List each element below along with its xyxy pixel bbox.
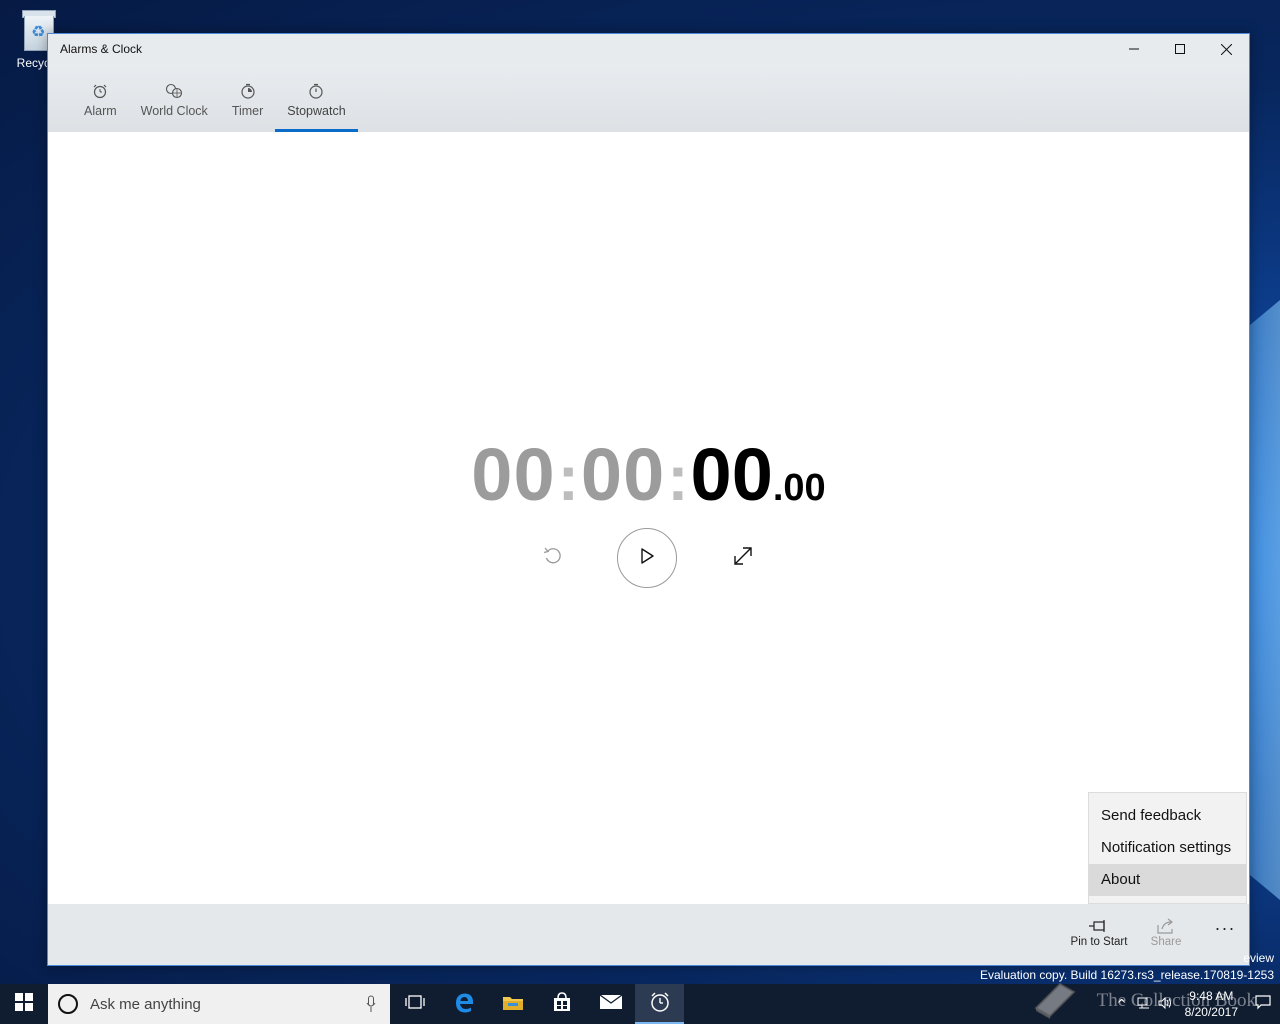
stopwatch-panel: 00:00:00.00 xyxy=(48,132,1249,904)
stopwatch-icon xyxy=(308,82,324,100)
pin-icon xyxy=(1066,916,1132,936)
tab-bar: Alarm World Clock Timer Stopwatch xyxy=(48,64,1249,132)
reset-button[interactable] xyxy=(538,543,568,573)
windows-logo-icon xyxy=(15,992,33,1016)
reset-icon xyxy=(542,545,564,572)
share-icon xyxy=(1146,916,1186,936)
maximize-button[interactable] xyxy=(1157,34,1203,64)
pin-label: Pin to Start xyxy=(1070,936,1128,948)
task-view-icon xyxy=(404,994,426,1015)
tab-label: World Clock xyxy=(140,104,208,118)
mail-icon xyxy=(599,993,623,1015)
tab-label: Timer xyxy=(231,104,264,118)
file-explorer-button[interactable] xyxy=(488,984,537,1024)
more-icon: ··· xyxy=(1214,918,1236,938)
expand-icon xyxy=(732,545,754,572)
cortana-icon xyxy=(58,994,78,1014)
alarm-clock-icon xyxy=(92,82,108,100)
tab-stopwatch[interactable]: Stopwatch xyxy=(275,64,359,132)
store-button[interactable] xyxy=(537,984,586,1024)
timer-icon xyxy=(240,82,256,100)
app-window: Alarms & Clock Alarm World Clock Timer S… xyxy=(47,33,1250,966)
menu-item-send-feedback[interactable]: Send feedback xyxy=(1089,800,1246,832)
microphone-icon[interactable] xyxy=(366,995,376,1018)
tab-label: Stopwatch xyxy=(287,104,346,118)
collection-book-overlay: The Collection Book xyxy=(1096,990,1256,1011)
stopwatch-controls xyxy=(48,528,1249,588)
edge-icon xyxy=(453,991,475,1018)
start-button[interactable] xyxy=(0,984,48,1024)
search-placeholder: Ask me anything xyxy=(90,995,201,1013)
play-icon xyxy=(639,547,655,570)
task-view-button[interactable] xyxy=(390,984,439,1024)
tab-world-clock[interactable]: World Clock xyxy=(129,64,220,132)
tab-label: Alarm xyxy=(84,104,117,118)
expand-button[interactable] xyxy=(728,543,758,573)
book-logo-icon xyxy=(1034,982,1076,1019)
separator: : xyxy=(667,442,689,514)
minimize-button[interactable] xyxy=(1111,34,1157,64)
edge-button[interactable] xyxy=(439,984,488,1024)
notification-icon xyxy=(1255,994,1271,1015)
app-bar: Pin to Start Share ··· xyxy=(48,904,1249,965)
menu-item-about[interactable]: About xyxy=(1089,864,1246,896)
alarms-clock-taskbar-button[interactable] xyxy=(635,984,684,1024)
title-bar[interactable]: Alarms & Clock xyxy=(48,34,1249,64)
share-button[interactable]: Share xyxy=(1146,916,1186,948)
seconds-value: 00 xyxy=(690,433,773,516)
close-button[interactable] xyxy=(1203,34,1249,64)
evaluation-watermark: Evaluation copy. Build 16273.rs3_release… xyxy=(980,968,1274,982)
start-button[interactable] xyxy=(617,528,677,588)
stopwatch-readout: 00:00:00.00 xyxy=(48,432,1249,517)
watermark-line: eview xyxy=(1243,951,1274,965)
hours-value: 00 xyxy=(471,433,556,516)
store-icon xyxy=(552,991,572,1017)
minutes-value: 00 xyxy=(580,433,666,516)
more-options-button[interactable]: ··· xyxy=(1208,918,1242,939)
overflow-menu: Send feedback Notification settings Abou… xyxy=(1088,792,1247,904)
search-box[interactable]: Ask me anything xyxy=(48,984,390,1024)
separator: : xyxy=(557,442,579,514)
mail-button[interactable] xyxy=(586,984,635,1024)
menu-item-notification-settings[interactable]: Notification settings xyxy=(1089,832,1246,864)
world-clock-icon xyxy=(165,82,183,100)
tab-alarm[interactable]: Alarm xyxy=(72,64,129,132)
alarm-clock-icon xyxy=(649,991,671,1018)
pin-to-start-button[interactable]: Pin to Start xyxy=(1066,916,1132,948)
tab-timer[interactable]: Timer xyxy=(220,64,275,132)
share-label: Share xyxy=(1150,936,1182,948)
folder-icon xyxy=(502,993,524,1016)
fraction-value: .00 xyxy=(772,467,826,509)
window-title: Alarms & Clock xyxy=(60,42,143,56)
taskbar: Ask me anything ^ 9:48 AM 8/20/2017 xyxy=(0,984,1280,1024)
